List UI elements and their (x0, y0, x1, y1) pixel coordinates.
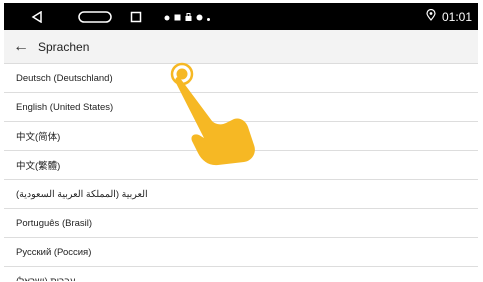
home-pill-icon[interactable] (76, 3, 114, 30)
language-item-ar-sa[interactable]: العربية (المملكة العربية السعودية) (4, 180, 478, 209)
notification-circle-icon (196, 8, 203, 26)
language-item-pt-br[interactable]: Português (Brasil) (4, 209, 478, 238)
notification-lock-icon (185, 8, 192, 26)
notification-dot-icon (164, 8, 170, 26)
recents-square-icon[interactable] (124, 3, 148, 30)
status-bar: 01:01 (4, 3, 478, 30)
location-pin-icon (426, 8, 436, 24)
clock-text: 01:01 (441, 9, 472, 24)
app-bar: ← Sprachen (4, 30, 478, 64)
language-item-ru-ru[interactable]: Русский (Россия) (4, 238, 478, 267)
language-item-he-il[interactable]: עברית (ישראל) (4, 267, 478, 282)
tap-hand-icon (170, 62, 255, 166)
back-triangle-icon[interactable] (26, 3, 48, 30)
page-title: Sprachen (38, 39, 90, 54)
status-right: 01:01 (426, 3, 472, 30)
notification-icons (164, 3, 210, 30)
notification-small-dot-icon (207, 8, 210, 26)
settings-screen: 01:01 ← Sprachen Deutsch (Deutschland) E… (4, 3, 478, 281)
notification-square-icon (174, 8, 181, 26)
back-arrow-icon[interactable]: ← (4, 30, 38, 63)
